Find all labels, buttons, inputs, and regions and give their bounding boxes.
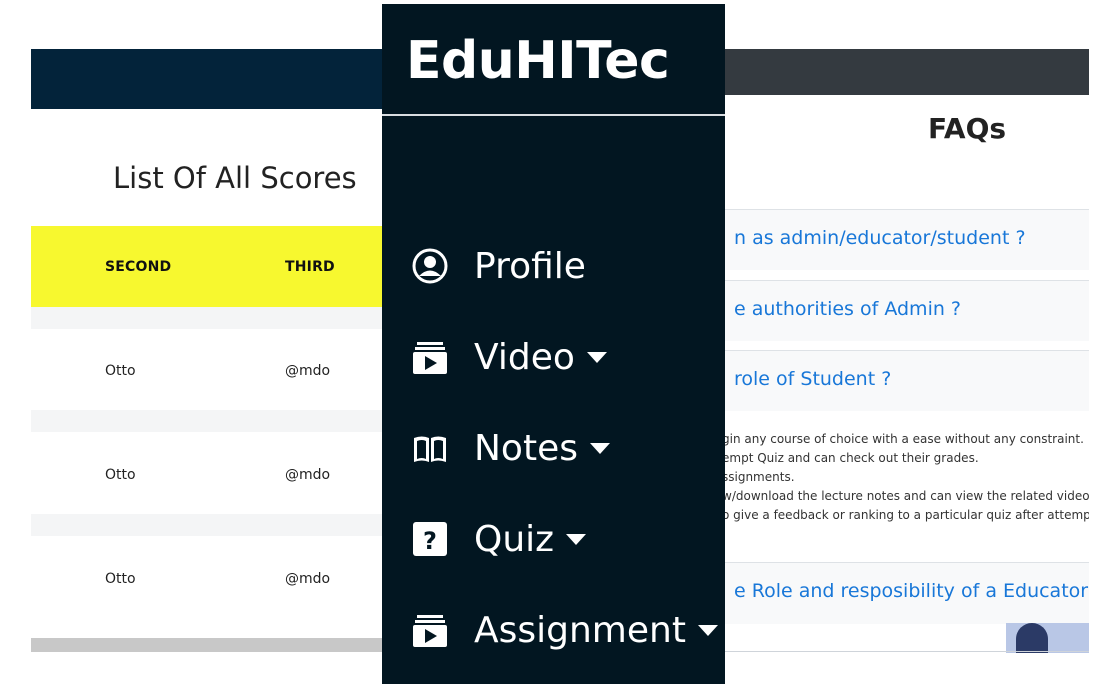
faq-item[interactable]: role of Student ? [724,350,1089,411]
faq-title: FAQs [928,112,1007,145]
sidebar: EduHITec Profile Video Notes ? Quiz Assi… [382,4,725,684]
faq-question-link[interactable]: e authorities of Admin ? [734,298,961,320]
sidebar-item-label: Video [474,336,575,378]
divider [724,651,1089,652]
table-row: Otto @mdo [31,330,383,410]
sidebar-item-label: Assignment [474,609,686,651]
sidebar-item-video[interactable]: Video [410,332,607,382]
brand-logo-text[interactable]: EduHITec [406,31,670,91]
faq-answer-line: empt Quiz and can check out their grades… [724,451,979,465]
column-header-second: SECOND [105,259,172,275]
table-cell: @mdo [285,467,331,483]
chevron-down-icon [586,351,607,363]
table-cell: Otto [105,363,136,379]
video-player-icon [410,337,450,377]
faq-question-link[interactable]: role of Student ? [734,368,891,390]
faq-question-link[interactable]: e Role and resposibility of a Educator ? [734,580,1089,602]
faq-item[interactable]: n as admin/educator/student ? [724,209,1089,270]
table-cell: @mdo [285,571,331,587]
person-illustration [1016,623,1048,653]
faq-answer-line: o give a feedback or ranking to a partic… [724,508,1089,522]
faq-answer-line: w/download the lecture notes and can vie… [724,489,1089,503]
horizontal-scrollbar[interactable] [31,638,383,652]
scores-panel: List Of All Scores SECOND THIRD Otto @md… [31,49,383,654]
faq-item[interactable]: e authorities of Admin ? [724,280,1089,341]
sidebar-item-assignment[interactable]: Assignment [410,605,718,655]
table-row: Otto @mdo [31,538,383,618]
table-cell: Otto [105,571,136,587]
faq-answer-line: gin any course of choice with a ease wit… [724,432,1084,446]
scores-table-header: SECOND THIRD [31,226,383,307]
faq-top-bar [724,49,1089,95]
book-icon [410,428,450,468]
faq-answer-line: ssignments. [724,470,795,484]
faq-question-link[interactable]: n as admin/educator/student ? [734,227,1026,249]
scores-top-bar [31,49,383,109]
sidebar-item-label: Quiz [474,518,555,560]
column-header-third: THIRD [285,259,335,275]
chevron-down-icon [566,533,587,545]
sidebar-item-label: Notes [474,427,578,469]
svg-text:?: ? [423,527,437,555]
table-row: Otto @mdo [31,434,383,514]
sidebar-item-quiz[interactable]: ? Quiz [410,514,587,564]
scores-title: List Of All Scores [113,161,357,195]
row-divider [31,410,383,432]
row-divider [31,514,383,536]
faq-panel: FAQs n as admin/educator/student ? e aut… [724,49,1089,654]
chevron-down-icon [589,442,610,454]
user-circle-icon [410,246,450,286]
table-cell: Otto [105,467,136,483]
sidebar-item-notes[interactable]: Notes [410,423,610,473]
question-box-icon: ? [410,519,450,559]
sidebar-item-label: Profile [474,245,586,287]
row-divider [31,307,383,329]
divider [382,114,725,116]
table-cell: @mdo [285,363,331,379]
faq-item[interactable]: e Role and resposibility of a Educator ? [724,562,1089,624]
sidebar-item-profile[interactable]: Profile [410,241,586,291]
video-player-icon [410,610,450,650]
chevron-down-icon [697,624,718,636]
